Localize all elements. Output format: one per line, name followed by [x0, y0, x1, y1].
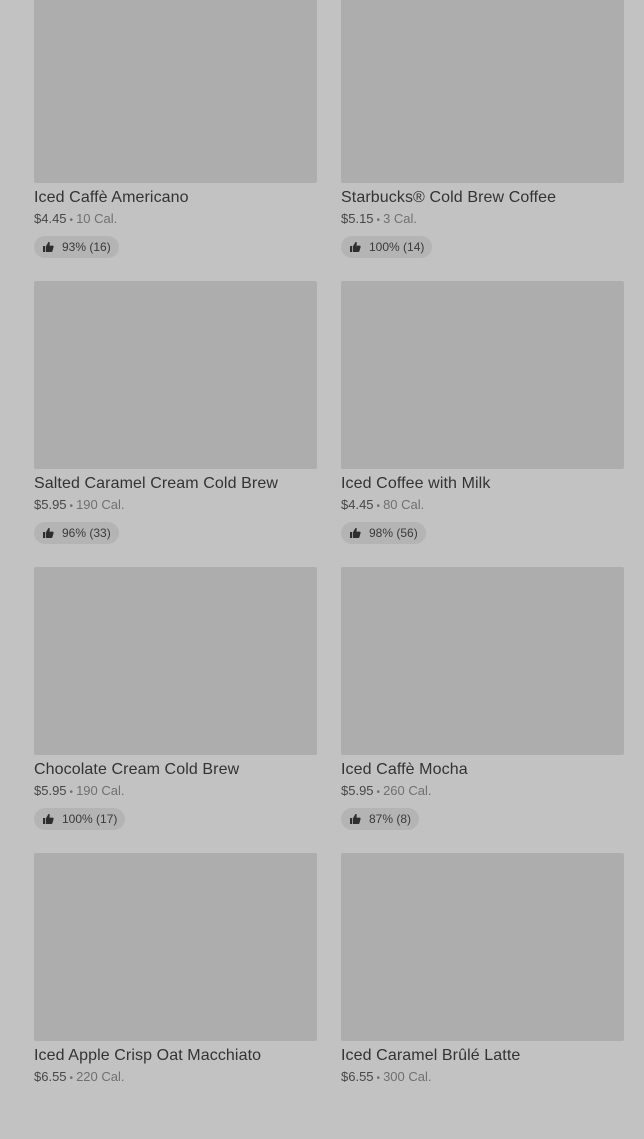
separator: •	[69, 215, 74, 226]
product-calories: 80 Cal.	[383, 497, 425, 512]
product-name[interactable]: Starbucks® Cold Brew Coffee	[341, 188, 624, 208]
thumbs-up-icon	[43, 242, 54, 252]
product-image[interactable]	[34, 281, 317, 469]
product-name[interactable]: Iced Caramel Brûlé Latte	[341, 1046, 624, 1066]
product-meta: $5.95 • 260 Cal.	[341, 782, 624, 802]
rating-text: 100% (14)	[369, 240, 425, 254]
product-image[interactable]	[34, 567, 317, 755]
product-price: $4.45	[34, 211, 67, 226]
product-card[interactable]: Iced Caramel Brûlé Latte $6.55 • 300 Cal.	[341, 853, 624, 1139]
product-card[interactable]: Iced Caffè Americano $4.45 • 10 Cal. 93% (…	[34, 0, 317, 281]
rating-text: 96% (33)	[62, 526, 111, 540]
thumbs-up-icon	[43, 528, 54, 538]
product-card[interactable]: Iced Coffee with Milk $4.45 • 80 Cal. 98% …	[341, 281, 624, 567]
product-calories: 10 Cal.	[76, 211, 118, 226]
product-image[interactable]	[341, 281, 624, 469]
rating-badge: 87% (8)	[341, 808, 420, 830]
separator: •	[376, 787, 381, 798]
product-card[interactable]: Salted Caramel Cream Cold Brew $5.95 • 190…	[34, 281, 317, 567]
product-card[interactable]: Starbucks® Cold Brew Coffee $5.15 • 3 Cal.…	[341, 0, 624, 281]
product-image[interactable]	[34, 853, 317, 1041]
product-price: $6.55	[34, 1069, 67, 1084]
product-name[interactable]: Iced Caffè Americano	[34, 188, 317, 208]
product-calories: 300 Cal.	[383, 1069, 432, 1084]
thumbs-up-icon	[350, 242, 361, 252]
product-meta: $5.95 • 190 Cal.	[34, 496, 317, 516]
product-name[interactable]: Iced Apple Crisp Oat Macchiato	[34, 1046, 317, 1066]
product-image[interactable]	[341, 0, 624, 183]
separator: •	[376, 215, 381, 226]
rating-text: 87% (8)	[369, 812, 412, 826]
product-meta: $5.95 • 190 Cal.	[34, 782, 317, 802]
product-meta: $6.55 • 300 Cal.	[341, 1068, 624, 1088]
product-meta: $4.45 • 10 Cal.	[34, 210, 317, 230]
rating-text: 93% (16)	[62, 240, 111, 254]
product-grid: Iced Caffè Americano $4.45 • 10 Cal. 93% (…	[34, 0, 624, 1139]
thumbs-up-icon	[43, 814, 54, 824]
thumbs-up-icon	[350, 814, 361, 824]
product-card[interactable]: Iced Apple Crisp Oat Macchiato $6.55 • 220…	[34, 853, 317, 1139]
product-price: $5.15	[341, 211, 374, 226]
product-calories: 3 Cal.	[383, 211, 418, 226]
separator: •	[376, 1073, 381, 1084]
product-image[interactable]	[341, 853, 624, 1041]
rating-badge: 98% (56)	[341, 522, 426, 544]
rating-badge: 100% (17)	[34, 808, 126, 830]
product-card[interactable]: Chocolate Cream Cold Brew $5.95 • 190 Cal.…	[34, 567, 317, 853]
product-card[interactable]: Iced Caffè Mocha $5.95 • 260 Cal. 87% (8)	[341, 567, 624, 853]
product-calories: 190 Cal.	[76, 783, 125, 798]
product-price: $4.45	[341, 497, 374, 512]
product-price: $5.95	[34, 783, 67, 798]
product-meta: $6.55 • 220 Cal.	[34, 1068, 317, 1088]
rating-badge: 96% (33)	[34, 522, 119, 544]
product-meta: $5.15 • 3 Cal.	[341, 210, 624, 230]
separator: •	[69, 1073, 74, 1084]
product-meta: $4.45 • 80 Cal.	[341, 496, 624, 516]
separator: •	[376, 501, 381, 512]
rating-text: 98% (56)	[369, 526, 418, 540]
product-name[interactable]: Chocolate Cream Cold Brew	[34, 760, 317, 780]
rating-badge: 100% (14)	[341, 236, 433, 258]
product-calories: 220 Cal.	[76, 1069, 125, 1084]
product-calories: 260 Cal.	[383, 783, 432, 798]
product-image[interactable]	[34, 0, 317, 183]
product-calories: 190 Cal.	[76, 497, 125, 512]
separator: •	[69, 787, 74, 798]
product-price: $5.95	[34, 497, 67, 512]
product-name[interactable]: Iced Caffè Mocha	[341, 760, 624, 780]
product-image[interactable]	[341, 567, 624, 755]
thumbs-up-icon	[350, 528, 361, 538]
separator: •	[69, 501, 74, 512]
product-name[interactable]: Iced Coffee with Milk	[341, 474, 624, 494]
product-price: $5.95	[341, 783, 374, 798]
product-name[interactable]: Salted Caramel Cream Cold Brew	[34, 474, 317, 494]
rating-text: 100% (17)	[62, 812, 118, 826]
product-price: $6.55	[341, 1069, 374, 1084]
rating-badge: 93% (16)	[34, 236, 119, 258]
